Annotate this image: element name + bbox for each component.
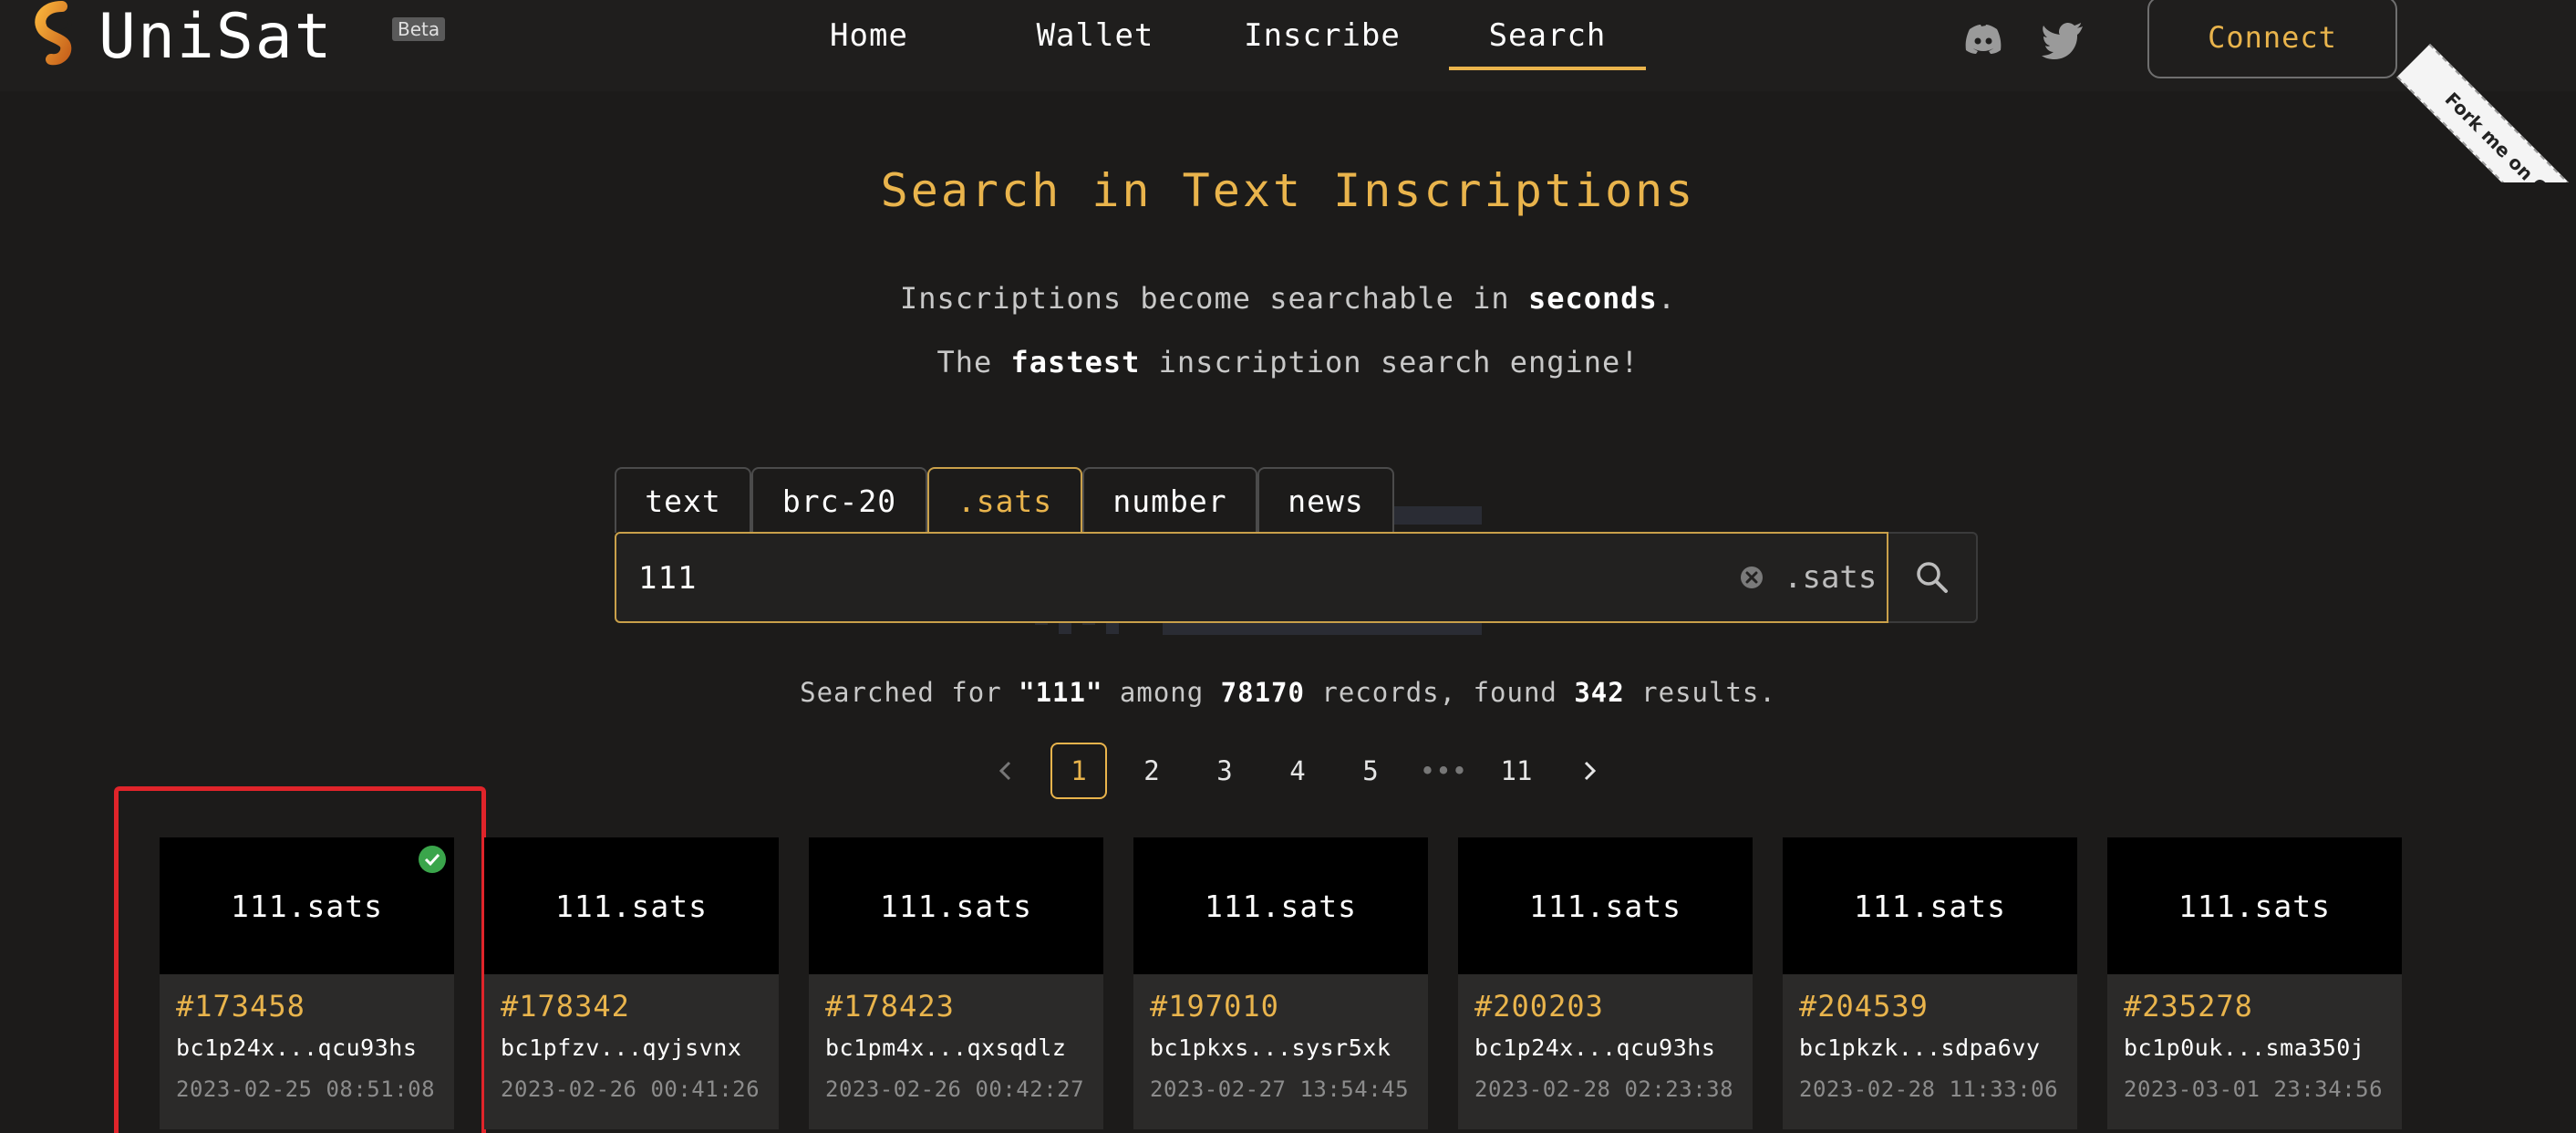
card-title: 111.sats <box>555 888 708 924</box>
page-ellipsis[interactable]: ••• <box>1415 743 1472 799</box>
card-title: 111.sats <box>231 888 383 924</box>
tab-news[interactable]: news <box>1257 467 1394 533</box>
card-address: bc1pkzk...sdpa6vy <box>1799 1034 2041 1061</box>
discord-icon[interactable] <box>1960 16 2006 62</box>
results-records-label: records, found <box>1304 677 1575 708</box>
hero-line-2-tail: inscription search engine! <box>1140 345 1640 379</box>
card-address: bc1p24x...qcu93hs <box>176 1034 418 1061</box>
card-time: 2023-02-28 02:23:38 <box>1474 1076 1734 1102</box>
inscription-card[interactable]: 111.sats #235278 bc1p0uk...sma350j 2023-… <box>2107 837 2402 1129</box>
card-preview: 111.sats <box>484 837 779 974</box>
card-time: 2023-02-25 08:51:08 <box>176 1076 436 1102</box>
results-among: among <box>1102 677 1221 708</box>
tab-number[interactable]: number <box>1082 467 1257 533</box>
card-address: bc1p0uk...sma350j <box>2124 1034 2365 1061</box>
tab-brc-20[interactable]: brc-20 <box>751 467 927 533</box>
hero-line-1-tail: . <box>1657 281 1677 316</box>
card-time: 2023-02-26 00:42:27 <box>825 1076 1085 1102</box>
github-ribbon[interactable]: Fork me on GitHub <box>2394 0 2576 182</box>
next-page-icon[interactable] <box>1561 743 1618 799</box>
card-preview: 111.sats <box>160 837 454 974</box>
unisat-logo-icon <box>35 1 72 66</box>
prev-page-icon[interactable] <box>978 743 1034 799</box>
card-number: #204539 <box>1799 989 1929 1024</box>
hero-line-2-text: The <box>936 345 1011 379</box>
nav-home[interactable]: Home <box>802 13 936 58</box>
page-4[interactable]: 4 <box>1269 743 1326 799</box>
page-11[interactable]: 11 <box>1488 743 1545 799</box>
hero-line-2-bold: fastest <box>1010 345 1141 379</box>
nav-active-indicator <box>1449 67 1646 70</box>
search-button[interactable] <box>1888 532 1978 623</box>
hero-line-1-bold: seconds <box>1527 281 1658 316</box>
card-address: bc1p24x...qcu93hs <box>1474 1034 1716 1061</box>
inscription-card[interactable]: 111.sats #204539 bc1pkzk...sdpa6vy 2023-… <box>1783 837 2077 1129</box>
nav-search[interactable]: Search <box>1468 13 1627 58</box>
card-preview: 111.sats <box>809 837 1103 974</box>
beta-badge: Beta <box>392 17 446 41</box>
page-5[interactable]: 5 <box>1342 743 1399 799</box>
results-prefix: Searched for <box>800 677 1019 708</box>
card-time: 2023-02-26 00:41:26 <box>501 1076 760 1102</box>
top-header: UniSat Beta Home Wallet Inscribe Search … <box>0 0 2576 91</box>
card-number: #197010 <box>1150 989 1279 1024</box>
card-title: 111.sats <box>2178 888 2331 924</box>
search-suffix: .sats <box>1784 559 1878 596</box>
card-preview: 111.sats <box>2107 837 2402 974</box>
card-title: 111.sats <box>880 888 1032 924</box>
page-title: Search in Text Inscriptions <box>880 164 1696 217</box>
unisat-logo[interactable]: UniSat <box>27 0 334 75</box>
inscription-card[interactable]: 111.sats #200203 bc1p24x...qcu93hs 2023-… <box>1458 837 1753 1129</box>
github-ribbon-label: Fork me on GitHub <box>2396 44 2576 182</box>
card-address: bc1pm4x...qxsqdlz <box>825 1034 1067 1061</box>
card-number: #173458 <box>176 989 305 1024</box>
results-summary: Searched for "111" among 78170 records, … <box>0 677 2576 708</box>
hero-line-2: The fastest inscription search engine! <box>0 345 2576 379</box>
hero-line-1: Inscriptions become searchable in second… <box>0 281 2576 316</box>
results-tail: results. <box>1624 677 1776 708</box>
page-3[interactable]: 3 <box>1196 743 1253 799</box>
card-preview: 111.sats <box>1133 837 1428 974</box>
card-time: 2023-02-27 13:54:45 <box>1150 1076 1410 1102</box>
check-icon <box>419 846 446 873</box>
nav-wallet[interactable]: Wallet <box>1021 13 1169 58</box>
card-time: 2023-03-01 23:34:56 <box>2124 1076 2384 1102</box>
results-records: 78170 <box>1220 677 1305 708</box>
card-title: 111.sats <box>1205 888 1357 924</box>
card-title: 111.sats <box>1529 888 1681 924</box>
card-address: bc1pkxs...sysr5xk <box>1150 1034 1391 1061</box>
tab-text[interactable]: text <box>615 467 751 533</box>
card-number: #235278 <box>2124 989 2253 1024</box>
card-number: #200203 <box>1474 989 1604 1024</box>
results-query: "111" <box>1019 677 1103 708</box>
brand-name: UniSat <box>98 1 334 73</box>
card-title: 111.sats <box>1854 888 2006 924</box>
card-preview: 111.sats <box>1458 837 1753 974</box>
nav-inscribe[interactable]: Inscribe <box>1233 13 1412 58</box>
inscription-card[interactable]: 111.sats #178342 bc1pfzv...qyjsvnx 2023-… <box>484 837 779 1129</box>
card-preview: 111.sats <box>1783 837 2077 974</box>
card-address: bc1pfzv...qyjsvnx <box>501 1034 742 1061</box>
card-number: #178423 <box>825 989 955 1024</box>
tab-sats[interactable]: .sats <box>927 467 1082 533</box>
card-number: #178342 <box>501 989 630 1024</box>
page-2[interactable]: 2 <box>1123 743 1180 799</box>
inscription-card[interactable]: 111.sats #173458 bc1p24x...qcu93hs 2023-… <box>160 837 454 1129</box>
connect-button[interactable]: Connect <box>2147 0 2397 78</box>
card-time: 2023-02-28 11:33:06 <box>1799 1076 2059 1102</box>
page-1[interactable]: 1 <box>1050 743 1107 799</box>
search-box: .sats <box>615 532 1888 623</box>
search-type-tabs: text brc-20 .sats number news <box>615 467 1394 533</box>
search-icon <box>1917 562 1948 593</box>
clear-icon[interactable] <box>1738 564 1765 591</box>
results-found: 342 <box>1574 677 1625 708</box>
inscription-card[interactable]: 111.sats #178423 bc1pm4x...qxsqdlz 2023-… <box>809 837 1103 1129</box>
twitter-icon[interactable] <box>2041 16 2086 62</box>
inscription-card[interactable]: 111.sats #197010 bc1pkxs...sysr5xk 2023-… <box>1133 837 1428 1129</box>
hero-line-1-text: Inscriptions become searchable in <box>899 281 1528 316</box>
search-input[interactable] <box>636 534 1734 623</box>
